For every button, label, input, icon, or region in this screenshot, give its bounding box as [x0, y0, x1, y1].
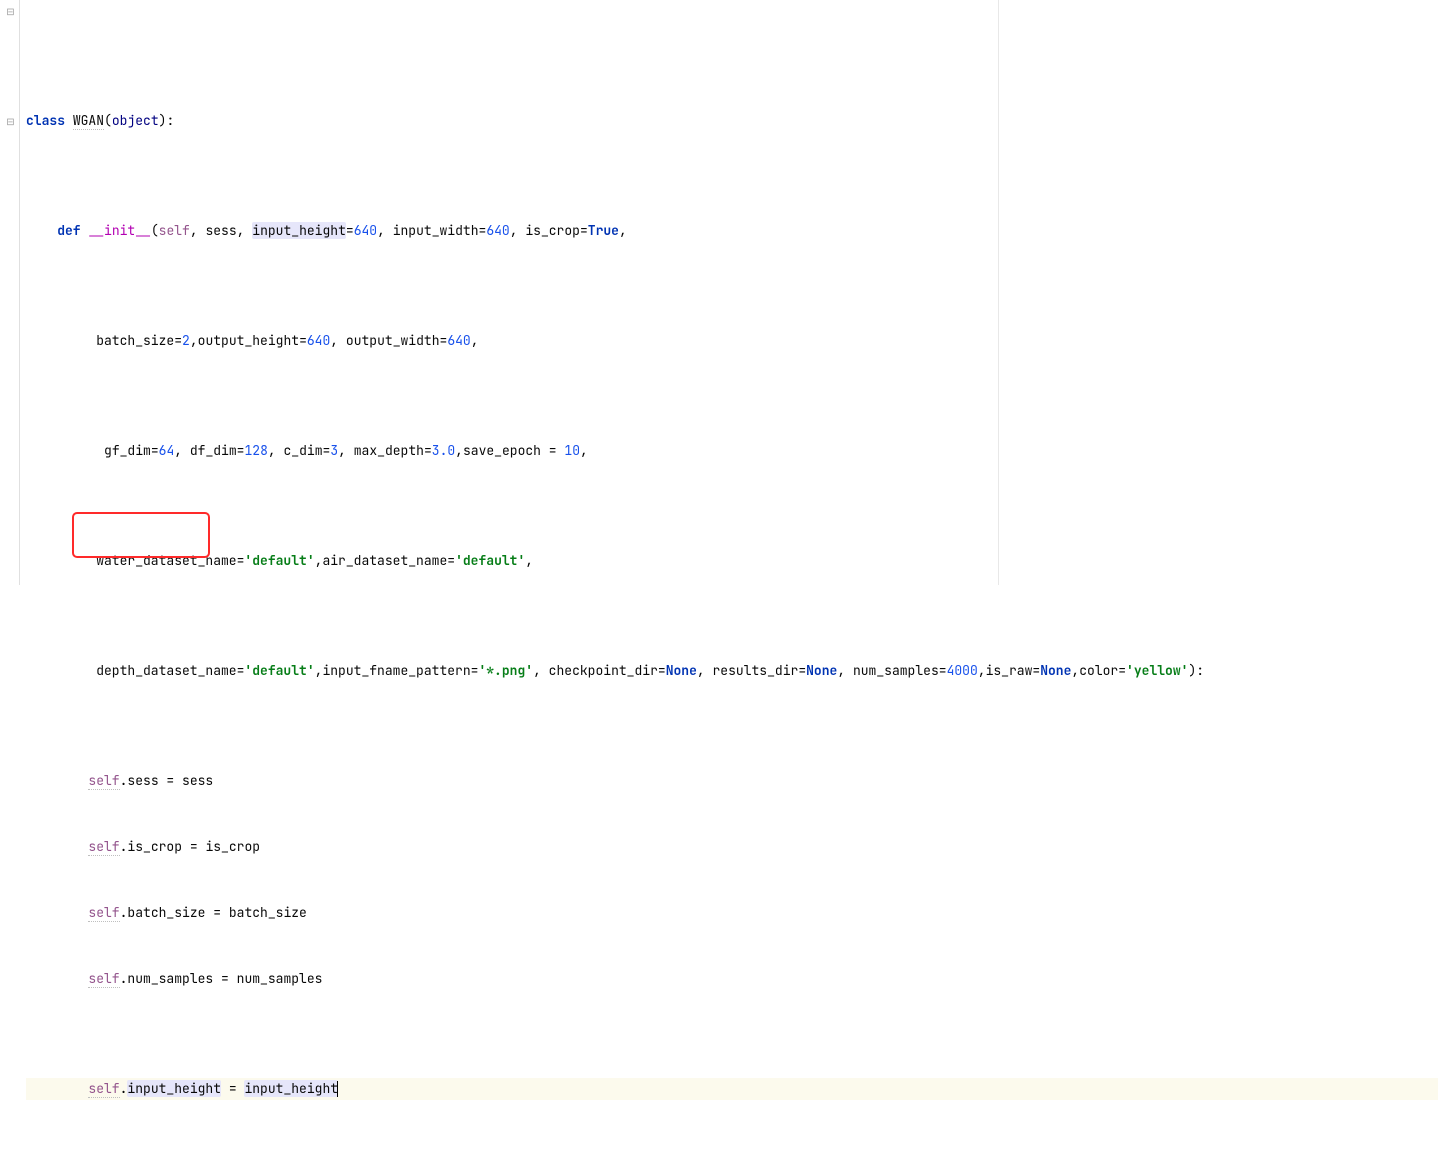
code-line[interactable]: gf_dim=64, df_dim=128, c_dim=3, max_dept… [26, 440, 1438, 462]
class-name: WGAN [73, 112, 104, 130]
builtin-object: object [112, 112, 159, 129]
code-line[interactable]: batch_size=2,output_height=640, output_w… [26, 330, 1438, 352]
code-line[interactable]: def __init__(self, sess, input_height=64… [26, 220, 1438, 242]
gutter: ⊟ ⊟ [0, 0, 20, 585]
code-line[interactable]: depth_dataset_name='default',input_fname… [26, 660, 1438, 682]
fold-minus-icon[interactable]: ⊟ [6, 117, 15, 126]
code-line-current[interactable]: self.input_height = input_height [26, 1078, 1438, 1100]
code-line[interactable]: self.is_crop = is_crop [26, 836, 1438, 858]
code-line[interactable]: self.input_width = input_width [26, 1166, 1438, 1170]
keyword-def: def [57, 222, 80, 239]
selected-token: input_height [252, 222, 346, 239]
code-editor[interactable]: ⊟ ⊟ class WGAN(object): def __init__(sel… [0, 0, 1438, 585]
code-line[interactable]: self.sess = sess [26, 770, 1438, 792]
function-name: __init__ [88, 222, 150, 239]
keyword-class: class [26, 112, 65, 129]
code-line[interactable]: self.num_samples = num_samples [26, 968, 1438, 990]
code-area[interactable]: class WGAN(object): def __init__(self, s… [20, 0, 1438, 585]
code-line[interactable]: water_dataset_name='default',air_dataset… [26, 550, 1438, 572]
code-line[interactable]: class WGAN(object): [26, 110, 1438, 132]
right-margin-guide [998, 0, 999, 585]
fold-minus-icon[interactable]: ⊟ [6, 7, 15, 16]
code-line[interactable]: self.batch_size = batch_size [26, 902, 1438, 924]
text-cursor [337, 1081, 338, 1097]
